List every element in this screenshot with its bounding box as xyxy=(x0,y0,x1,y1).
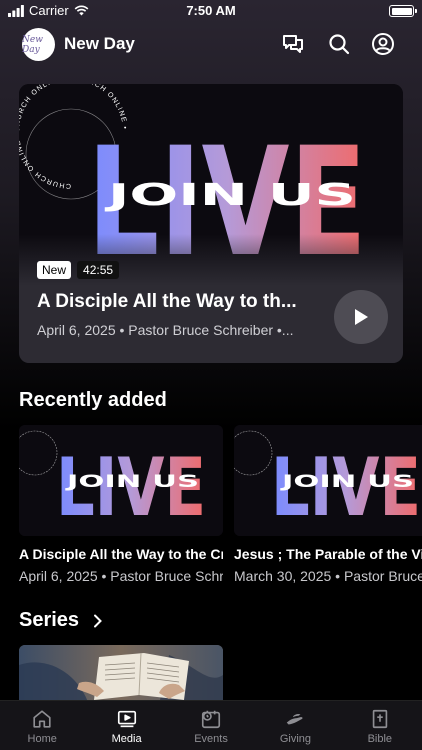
tab-label-events: Events xyxy=(194,733,228,745)
hero-meta: April 6, 2025 • Pastor Bruce Schreiber •… xyxy=(37,322,294,338)
tab-giving[interactable]: Giving xyxy=(253,701,337,750)
card-art-overlay: JOIN US xyxy=(65,472,199,492)
media-card[interactable]: LIVE JOIN US A Disciple All the Way to t… xyxy=(19,425,223,584)
series-thumbnail[interactable] xyxy=(19,645,223,705)
tab-home[interactable]: Home xyxy=(0,701,84,750)
media-card-artwork: LIVE JOIN US xyxy=(19,425,223,536)
tab-bible[interactable]: Bible xyxy=(338,701,422,750)
hero-title[interactable]: A Disciple All the Way to th... xyxy=(37,291,317,313)
clock: 7:50 AM xyxy=(186,3,236,18)
calendar-icon xyxy=(201,710,221,729)
media-card-meta: April 6, 2025 • Pastor Bruce Schreiber xyxy=(19,568,223,584)
profile-icon[interactable] xyxy=(371,32,395,56)
bible-icon xyxy=(372,709,388,729)
app-header: New Day New Day xyxy=(0,22,422,66)
media-card-title: A Disciple All the Way to the Cross xyxy=(19,546,223,562)
battery-icon xyxy=(389,5,417,17)
tab-bar: Home Media Events Giving Bible xyxy=(0,700,422,750)
tab-label-giving: Giving xyxy=(279,733,312,745)
series-title: Series xyxy=(19,609,80,631)
series-header[interactable]: Series xyxy=(19,609,103,632)
tab-label-home: Home xyxy=(27,733,57,745)
recently-added-title: Recently added xyxy=(19,389,167,411)
card-art-overlay: JOIN US xyxy=(280,472,414,492)
art-overlay-text: JOIN US xyxy=(104,178,356,213)
chevron-right-icon[interactable] xyxy=(93,614,103,628)
giving-hand-icon xyxy=(287,714,303,725)
play-icon xyxy=(355,309,368,325)
media-card-artwork: LIVE JOIN US xyxy=(234,425,422,536)
duration-badge: 42:55 xyxy=(77,261,120,279)
tab-events[interactable]: Events xyxy=(169,701,253,750)
featured-media-card[interactable]: CHURCH ONLINE •CHURCH ONLINE •CHURCH ONL… xyxy=(19,84,403,363)
tab-label-media: Media xyxy=(111,733,142,745)
church-logo[interactable]: New Day xyxy=(22,28,55,61)
chat-icon[interactable] xyxy=(281,32,305,56)
tab-label-bible: Bible xyxy=(367,733,393,745)
app-title: New Day xyxy=(64,34,135,53)
home-icon xyxy=(33,710,51,728)
status-bar: Carrier 7:50 AM xyxy=(0,0,422,22)
new-badge: New xyxy=(37,261,72,279)
tab-media[interactable]: Media xyxy=(84,701,168,750)
play-button[interactable] xyxy=(334,290,388,344)
media-card-meta: March 30, 2025 • Pastor Bruce Schreiber xyxy=(234,568,422,584)
media-icon xyxy=(117,710,136,728)
search-icon[interactable] xyxy=(327,32,351,56)
media-card[interactable]: LIVE JOIN US Jesus ; The Parable of the … xyxy=(234,425,422,584)
hero-badges: New 42:55 xyxy=(37,261,120,279)
media-card-title: Jesus ; The Parable of the Vineyard xyxy=(234,546,422,562)
